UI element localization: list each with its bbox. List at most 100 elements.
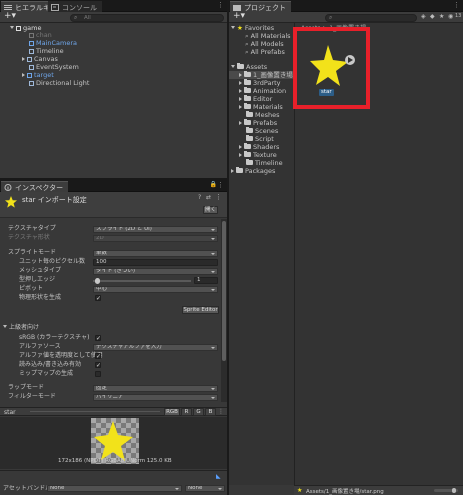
more-icon[interactable]: ⋮: [217, 181, 224, 189]
folder-item[interactable]: Editor: [239, 95, 272, 103]
texture-shape-label: テクスチャ形状: [8, 234, 50, 241]
expand-icon[interactable]: [231, 26, 235, 29]
expand-icon[interactable]: [22, 73, 25, 77]
more-icon[interactable]: ⋮: [453, 1, 460, 9]
filter-type-icon[interactable]: ◈: [421, 13, 426, 20]
mipmap-checkbox[interactable]: [95, 371, 101, 377]
folder-item[interactable]: Script: [246, 135, 274, 143]
expand-icon[interactable]: [239, 73, 242, 77]
texture-type-dropdown[interactable]: スプライト (2D と UI): [93, 226, 218, 233]
favorite-label: All Prefabs: [250, 48, 285, 56]
assetbundle-dropdown[interactable]: None: [47, 485, 182, 492]
channel-b[interactable]: B: [205, 408, 216, 416]
asset-tile-star[interactable]: [310, 41, 358, 89]
hierarchy-item[interactable]: EventSystem: [29, 63, 79, 71]
folder-item[interactable]: Prefabs: [239, 119, 277, 127]
sprite-mode-dropdown[interactable]: 単数: [93, 250, 218, 257]
expand-icon[interactable]: [239, 105, 242, 109]
folder-item[interactable]: Timeline: [246, 159, 283, 167]
folder-item[interactable]: Materials: [239, 103, 283, 111]
mesh-type-dropdown[interactable]: タイト (きつい): [93, 268, 218, 275]
expand-icon[interactable]: [239, 89, 242, 93]
alpha-source-label: アルファソース: [19, 343, 61, 350]
extrude-field[interactable]: 1: [194, 277, 218, 284]
srgb-checkbox[interactable]: ✓: [95, 335, 101, 342]
visibility-icon[interactable]: ◉: [448, 13, 453, 20]
tab-inspector[interactable]: インスペクター: [1, 181, 69, 192]
filter-mode-dropdown[interactable]: バイリニア: [93, 394, 218, 401]
read-write-checkbox[interactable]: ✓: [95, 362, 101, 369]
more-icon[interactable]: ⋮: [215, 193, 222, 201]
slider-handle[interactable]: [95, 278, 100, 284]
favorite-item[interactable]: ⌕ All Models: [245, 40, 284, 48]
hierarchy-item[interactable]: MainCamera: [29, 39, 77, 47]
folder-item[interactable]: Scenes: [246, 127, 278, 135]
expand-icon[interactable]: [239, 81, 242, 85]
expand-icon[interactable]: [22, 57, 25, 61]
settings-icon[interactable]: ⇄: [206, 194, 211, 201]
scrollbar-thumb[interactable]: [222, 221, 226, 361]
inspector-scrollbar[interactable]: [221, 219, 227, 402]
extrude-slider[interactable]: [93, 278, 191, 284]
alpha-source-dropdown[interactable]: テクスチャアルファを入力: [93, 344, 218, 351]
asset-name-label: star: [319, 89, 334, 96]
expand-icon[interactable]: [231, 65, 235, 68]
folder-item[interactable]: Meshes: [246, 111, 280, 119]
favorites-row[interactable]: ★ Favorites: [231, 24, 274, 32]
folder-item[interactable]: Texture: [239, 151, 277, 159]
channel-g[interactable]: G: [193, 408, 204, 416]
add-icon[interactable]: +▾: [4, 11, 16, 21]
hierarchy-item[interactable]: target: [22, 71, 54, 79]
expand-icon[interactable]: [239, 145, 242, 149]
project-search-input[interactable]: ⌕: [325, 14, 417, 22]
sprite-editor-button[interactable]: Sprite Editor: [182, 306, 219, 314]
label-icon[interactable]: ◆: [430, 13, 435, 20]
help-icon[interactable]: ?: [198, 194, 201, 201]
zoom-slider[interactable]: [434, 488, 458, 493]
expand-icon[interactable]: [3, 325, 7, 328]
expand-icon[interactable]: [239, 121, 242, 125]
hierarchy-item-label: Directional Light: [36, 79, 90, 87]
hierarchy-item[interactable]: Timeline: [29, 47, 64, 55]
expand-icon[interactable]: [231, 169, 234, 173]
star-filter-icon[interactable]: ★: [439, 13, 444, 20]
assetbundle-variant-dropdown[interactable]: None: [185, 485, 225, 492]
pivot-dropdown[interactable]: 中心: [93, 286, 218, 293]
packages-row[interactable]: Packages: [231, 167, 275, 175]
folder-item[interactable]: 3rdParty: [239, 79, 281, 87]
folder-item[interactable]: Shaders: [239, 143, 279, 151]
expand-icon[interactable]: [10, 26, 14, 29]
physics-shape-checkbox[interactable]: ✓: [95, 295, 101, 302]
assets-row[interactable]: Assets: [231, 63, 267, 71]
channel-r[interactable]: R: [181, 408, 192, 416]
more-icon[interactable]: ⋮: [217, 1, 224, 9]
lock-icon[interactable]: 🔒: [210, 181, 217, 188]
alpha-transparency-checkbox[interactable]: ✓: [95, 353, 101, 360]
add-icon[interactable]: +▾: [233, 11, 245, 21]
hierarchy-search-input[interactable]: ⌕ All: [70, 14, 224, 22]
hierarchy-item[interactable]: Directional Light: [29, 79, 89, 87]
favorite-label: All Models: [250, 40, 284, 48]
hierarchy-item-label: Canvas: [34, 55, 58, 63]
wrap-mode-dropdown[interactable]: 固定: [93, 385, 218, 392]
hierarchy-item[interactable]: Canvas: [22, 55, 58, 63]
ppu-field[interactable]: 100: [93, 259, 218, 266]
tab-inspector-label: インスペクター: [15, 184, 64, 192]
tab-console[interactable]: コンソール: [48, 1, 102, 12]
more-icon[interactable]: ⋮: [218, 408, 224, 415]
asset-grid: Assets > 1_画像置き場 star: [293, 23, 463, 485]
open-button[interactable]: 開く: [203, 206, 218, 214]
folder-item[interactable]: Animation: [239, 87, 286, 95]
expand-icon[interactable]: [239, 97, 242, 101]
hierarchy-item[interactable]: chan: [29, 31, 52, 39]
tab-project-label: プロジェクト: [244, 4, 286, 12]
favorite-item[interactable]: ⌕ All Prefabs: [245, 48, 285, 56]
folder-item-selected[interactable]: 1_画像置き場: [229, 71, 294, 79]
channel-rgb[interactable]: RGB: [164, 408, 180, 416]
folder-icon: [236, 167, 243, 173]
advanced-foldout[interactable]: 上級者向け: [3, 324, 39, 332]
extrude-edges-label: 型押しエッジ: [19, 276, 56, 283]
favorite-item[interactable]: ⌕ All Materials: [245, 32, 291, 40]
expand-icon[interactable]: [239, 153, 242, 157]
list-icon: [4, 4, 12, 11]
